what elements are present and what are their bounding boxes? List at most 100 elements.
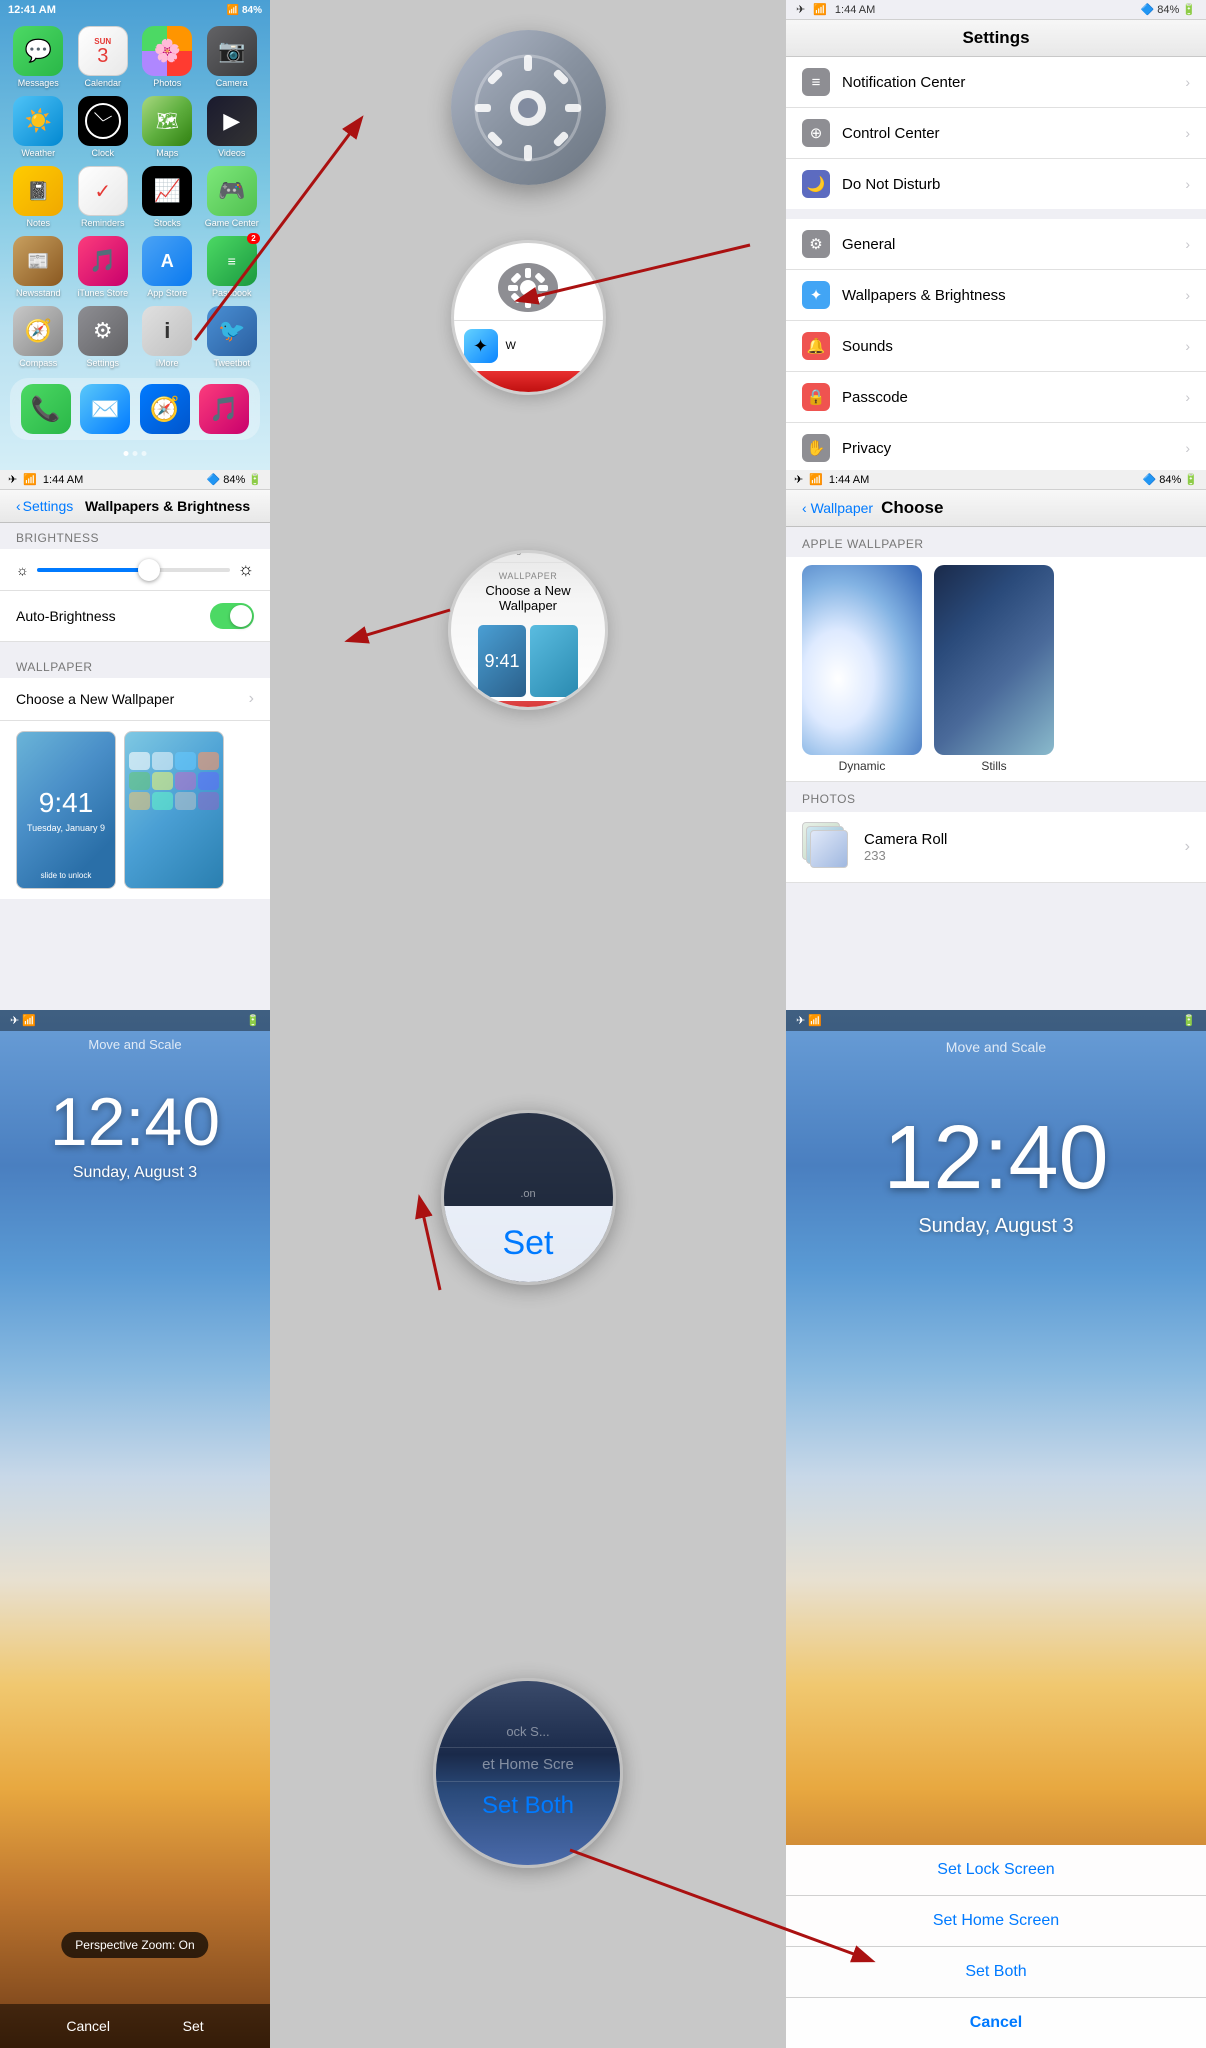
list-item[interactable]: i iMore	[139, 306, 196, 368]
auto-brightness-toggle[interactable]	[210, 603, 254, 629]
wp-back-button[interactable]: ‹ Settings	[16, 498, 73, 514]
list-item[interactable]: 📈 Stocks	[139, 166, 196, 228]
apple-wallpaper-header: APPLE WALLPAPER	[786, 527, 1206, 557]
cancel-button-left[interactable]: Cancel	[66, 2018, 110, 2034]
cancel-button-right[interactable]: Cancel	[786, 1998, 1206, 2048]
settings-do-not-disturb[interactable]: 🌙 Do Not Disturb ›	[786, 159, 1206, 209]
brightness-slider[interactable]	[37, 568, 230, 572]
sounds-label: Sounds	[842, 338, 1173, 355]
compass-label: Compass	[19, 358, 57, 368]
list-item[interactable]: 📷 Camera	[204, 26, 261, 88]
list-item[interactable]: 💬 Messages	[10, 26, 67, 88]
calendar-label: Calendar	[84, 78, 121, 88]
middle-row: ✈ 📶 1:44 AM 🔷 84% 🔋 ‹ Settings Wallpaper…	[0, 470, 1206, 1010]
list-item[interactable]: 🌸 Photos	[139, 26, 196, 88]
slider-thumb[interactable]	[138, 559, 160, 581]
set-both-button[interactable]: Set Both	[786, 1947, 1206, 1998]
list-item[interactable]: 🎵 iTunes Store	[75, 236, 132, 298]
list-item[interactable]: SUN3 Calendar	[75, 26, 132, 88]
choose-wallpaper-row[interactable]: Choose a New Wallpaper ›	[0, 678, 270, 721]
cwp-back-button[interactable]: ‹ Wallpaper	[802, 500, 873, 516]
maps-icon: 🗺	[142, 96, 192, 146]
settings-app-label: Settings	[86, 358, 119, 368]
camera-roll-label: Camera Roll	[864, 831, 1173, 848]
set-home-screen-button[interactable]: Set Home Screen	[786, 1896, 1206, 1947]
perspective-zoom-bar[interactable]: Perspective Zoom: On	[61, 1932, 208, 1958]
lock-screen-bg-left: ✈ 📶 🔋 Move and Scale 12:40 Sunday, Augus…	[0, 1010, 270, 2048]
set-lock-screen-button[interactable]: Set Lock Screen	[786, 1845, 1206, 1896]
list-item[interactable]: Clock	[75, 96, 132, 158]
list-item[interactable]: 📓 Notes	[10, 166, 67, 228]
clock-icon	[78, 96, 128, 146]
list-item[interactable]: A App Store	[139, 236, 196, 298]
settings-wallpapers[interactable]: ✦ Wallpapers & Brightness ›	[786, 270, 1206, 321]
camera-roll-row[interactable]: Camera Roll 233 ›	[786, 812, 1206, 883]
lock-screen-right-panel: ✈ 📶 🔋 Move and Scale 12:40 Sunday, Augus…	[786, 1010, 1206, 2048]
list-item[interactable]: 🧭 Compass	[10, 306, 67, 368]
chevron-icon: ›	[1185, 338, 1190, 354]
chevron-icon: ›	[1185, 287, 1190, 303]
dock-phone[interactable]: 📞	[21, 384, 71, 434]
list-item[interactable]: 🎮 Game Center	[204, 166, 261, 228]
lock-screen-preview[interactable]: 9:41 Tuesday, January 9 slide to unlock	[16, 731, 116, 889]
auto-brightness-label: Auto-Brightness	[16, 608, 202, 624]
chevron-icon: ›	[1185, 74, 1190, 90]
airplane-icon: ✈	[794, 473, 803, 486]
maps-label: Maps	[156, 148, 178, 158]
dnd-icon: 🌙	[802, 170, 830, 198]
list-item[interactable]: ≡ 2 Passbook	[204, 236, 261, 298]
list-item[interactable]: 🐦 Tweetbot	[204, 306, 261, 368]
appstore-icon: A	[142, 236, 192, 286]
general-icon: ⚙	[802, 230, 830, 258]
mag-phones-preview: 9:41	[451, 621, 605, 701]
privacy-icon: ✋	[802, 434, 830, 462]
status-right: 📶 84%	[227, 5, 262, 16]
settings-privacy[interactable]: ✋ Privacy ›	[786, 423, 1206, 470]
list-item[interactable]: 🗺 Maps	[139, 96, 196, 158]
cwp-status-bar: ✈ 📶 1:44 AM 🔷 84% 🔋	[786, 470, 1206, 490]
dynamic-wallpaper-item[interactable]: Dynamic	[802, 565, 922, 773]
bluetooth-icon: 🔷	[1140, 4, 1154, 16]
list-item[interactable]: ⚙ Settings	[75, 306, 132, 368]
list-item[interactable]: ✓ Reminders	[75, 166, 132, 228]
set-both-magnified-circle: ock S... et Home Scre Set Both	[433, 1678, 623, 1868]
dock-music[interactable]: 🎵	[199, 384, 249, 434]
list-item[interactable]: ☀️ Weather	[10, 96, 67, 158]
cwp-back-label: Wallpaper	[811, 500, 874, 516]
settings-passcode[interactable]: 🔒 Passcode ›	[786, 372, 1206, 423]
list-item[interactable]: 📰 Newsstand	[10, 236, 67, 298]
settings-general[interactable]: ⚙ General ›	[786, 219, 1206, 270]
perspective-zoom-text: Perspective Zoom: On	[75, 1938, 194, 1952]
control-center-label: Control Center	[842, 125, 1173, 142]
chevron-icon: ›	[249, 690, 254, 708]
settings-notification-center[interactable]: ≡ Notification Center ›	[786, 57, 1206, 108]
settings-control-center[interactable]: ⊕ Control Center ›	[786, 108, 1206, 159]
wp-status-bar: ✈ 📶 1:44 AM 🔷 84% 🔋	[0, 470, 270, 490]
settings-sounds[interactable]: 🔔 Sounds ›	[786, 321, 1206, 372]
stills-label: Stills	[981, 759, 1006, 773]
imore-label: iMore	[156, 358, 179, 368]
set-button-left[interactable]: Set	[183, 2018, 204, 2034]
home-screen-preview[interactable]	[124, 731, 224, 889]
mag-red-bar	[451, 701, 605, 710]
dock-mail[interactable]: ✉️	[80, 384, 130, 434]
wp-back-label: Settings	[23, 498, 74, 514]
status-time: 12:41 AM	[8, 4, 56, 16]
set-magnified-circle: .on Set	[441, 1110, 616, 1285]
set-both-text[interactable]: Set Both	[436, 1782, 620, 1830]
preview-date: Tuesday, January 9	[27, 823, 105, 833]
chevron-icon: ›	[1185, 389, 1190, 405]
cwp-status-right: 🔷 84% 🔋	[1142, 473, 1198, 486]
center-top-area: ✦ W	[270, 0, 786, 470]
list-item[interactable]: ▶ Videos	[204, 96, 261, 158]
lock-status-left: ✈ 📶	[10, 1014, 36, 1027]
messages-label: Messages	[18, 78, 59, 88]
brightness-high-icon: ☼	[238, 559, 255, 580]
passbook-icon: ≡ 2	[207, 236, 257, 286]
stills-wallpaper-thumb	[934, 565, 1054, 755]
stills-wallpaper-item[interactable]: Stills	[934, 565, 1054, 773]
auto-brightness-row[interactable]: Auto-Brightness	[0, 591, 270, 642]
lock-date-left: Sunday, August 3	[73, 1164, 197, 1182]
dock-safari[interactable]: 🧭	[140, 384, 190, 434]
photos-section: Camera Roll 233 ›	[786, 812, 1206, 883]
